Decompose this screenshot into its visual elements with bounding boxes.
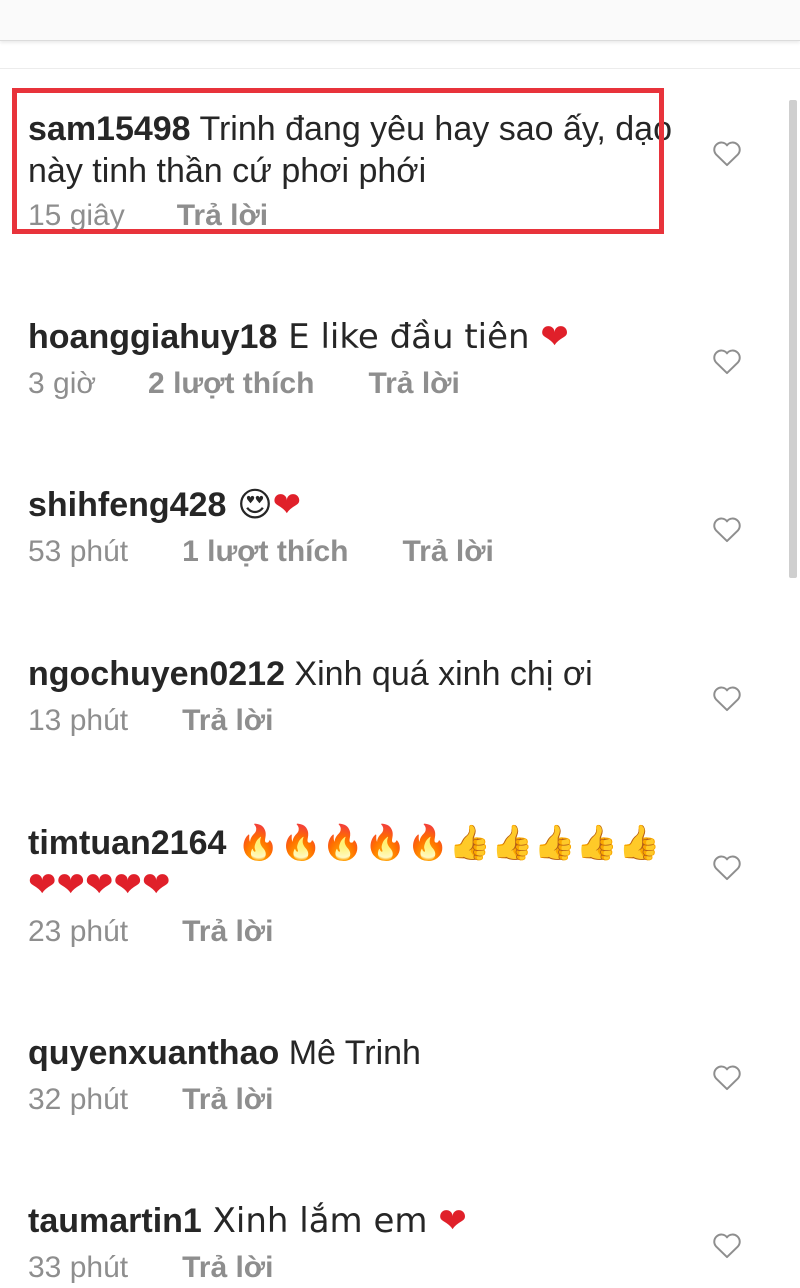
heart-outline-icon[interactable] xyxy=(710,681,744,715)
comment-time: 32 phút xyxy=(28,1083,129,1116)
heart-outline-icon[interactable] xyxy=(710,512,744,546)
heart-outline-icon[interactable] xyxy=(710,1228,744,1262)
comment-meta: 32 phút Trả lời xyxy=(28,1082,708,1118)
comment-body: Mê Trinh xyxy=(279,1034,421,1072)
comment-time: 13 phút xyxy=(28,704,129,737)
comment-time: 3 giờ xyxy=(28,367,97,400)
comment-item: ngochuyen0212 Xinh quá xinh chị ơi 13 ph… xyxy=(28,653,708,739)
comment-text: sam15498 Trinh đang yêu hay sao ấy, dạo … xyxy=(28,108,708,192)
comment-username[interactable]: quyenxuanthao xyxy=(28,1034,279,1072)
comment-item: timtuan2164 🔥🔥🔥🔥🔥👍👍👍👍👍❤❤❤❤❤ 23 phút Trả l… xyxy=(28,822,668,950)
comment-item: hoanggiahuy18 E like đầu tiên ❤ 3 giờ 2 l… xyxy=(28,316,708,402)
comment-body: Xinh quá xinh chị ơi xyxy=(284,655,593,693)
comment-body: Xinh lắm em ❤ xyxy=(201,1201,467,1241)
heart-outline-icon[interactable] xyxy=(710,1060,744,1094)
comment-time: 15 giây xyxy=(28,199,125,232)
comment-meta: 15 giây Trả lời xyxy=(28,198,708,232)
comment-meta: 3 giờ 2 lượt thích Trả lời xyxy=(28,366,708,402)
comment-item: sam15498 Trinh đang yêu hay sao ấy, dạo … xyxy=(28,108,708,232)
comment-text: shihfeng428 😍❤ xyxy=(28,484,708,526)
comment-username[interactable]: timtuan2164 xyxy=(28,824,226,862)
likes-count[interactable]: 2 lượt thích xyxy=(148,366,314,402)
reply-button[interactable]: Trả lời xyxy=(368,366,459,402)
reply-button[interactable]: Trả lời xyxy=(182,1250,273,1286)
reply-button[interactable]: Trả lời xyxy=(403,534,494,570)
comment-meta: 23 phút Trả lời xyxy=(28,914,668,950)
reply-button[interactable]: Trả lời xyxy=(182,914,273,950)
comment-meta: 13 phút Trả lời xyxy=(28,703,708,739)
comment-body: 😍❤ xyxy=(226,485,302,525)
comment-body: E like đầu tiên ❤ xyxy=(277,317,569,357)
comment-text: hoanggiahuy18 E like đầu tiên ❤ xyxy=(28,316,708,358)
comment-time: 33 phút xyxy=(28,1251,129,1284)
comment-meta: 53 phút 1 lượt thích Trả lời xyxy=(28,534,708,570)
comment-username[interactable]: shihfeng428 xyxy=(28,486,226,524)
comment-time: 23 phút xyxy=(28,915,129,948)
heart-outline-icon[interactable] xyxy=(710,344,744,378)
comment-text: taumartin1 Xinh lắm em ❤ xyxy=(28,1200,708,1242)
heart-outline-icon[interactable] xyxy=(710,850,744,884)
heart-outline-icon[interactable] xyxy=(710,136,744,170)
highlighted-comment-clip: sam15498 Trinh đang yêu hay sao ấy, dạo … xyxy=(0,0,800,232)
comment-username[interactable]: ngochuyen0212 xyxy=(28,655,285,693)
comment-username[interactable]: hoanggiahuy18 xyxy=(28,318,277,356)
reply-button[interactable]: Trả lời xyxy=(177,198,268,232)
comment-meta: 33 phút Trả lời xyxy=(28,1250,708,1286)
comment-username[interactable]: taumartin1 xyxy=(28,1202,202,1240)
comment-time: 53 phút xyxy=(28,535,129,568)
reply-button[interactable]: Trả lời xyxy=(182,703,273,739)
reply-button[interactable]: Trả lời xyxy=(182,1082,273,1118)
comment-username[interactable]: sam15498 xyxy=(28,110,191,148)
likes-count[interactable]: 1 lượt thích xyxy=(182,534,348,570)
comment-item: shihfeng428 😍❤ 53 phút 1 lượt thích Trả lờ… xyxy=(28,484,708,570)
comment-text: ngochuyen0212 Xinh quá xinh chị ơi xyxy=(28,653,708,695)
comment-item: taumartin1 Xinh lắm em ❤ 33 phút Trả lời xyxy=(28,1200,708,1286)
comment-text: quyenxuanthao Mê Trinh xyxy=(28,1032,708,1074)
comment-item: quyenxuanthao Mê Trinh 32 phút Trả lời xyxy=(28,1032,708,1118)
comment-text: timtuan2164 🔥🔥🔥🔥🔥👍👍👍👍👍❤❤❤❤❤ xyxy=(28,822,668,906)
